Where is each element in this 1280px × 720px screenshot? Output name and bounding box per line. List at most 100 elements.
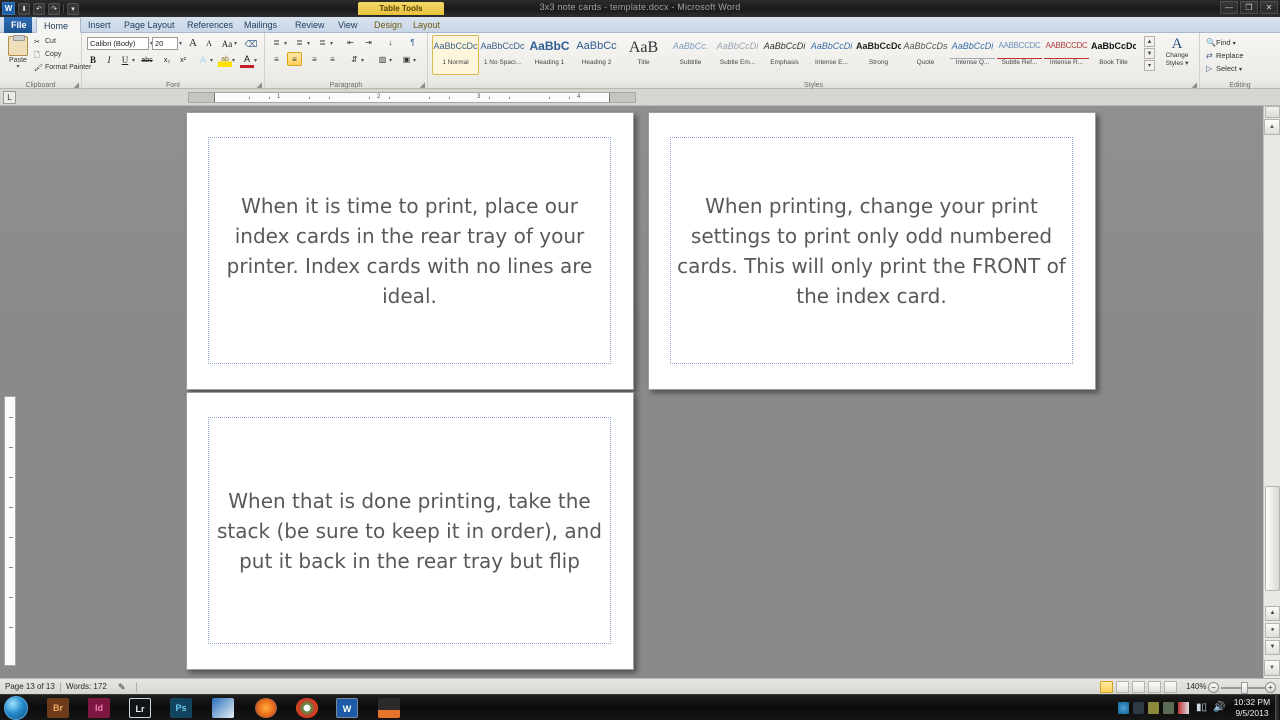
styles-more-icon[interactable]: ▾ (1144, 60, 1155, 71)
style-item-emphasis[interactable]: AaBbCcDi Emphasis (761, 35, 808, 75)
tray-volume-icon[interactable]: 🔊 (1213, 702, 1225, 714)
borders-button[interactable]: ▣ (399, 53, 414, 67)
tab-design[interactable]: Design (367, 17, 409, 33)
tab-review[interactable]: Review (288, 17, 332, 33)
tab-home[interactable]: Home (36, 17, 81, 33)
align-right-button[interactable]: ≡ (307, 53, 322, 67)
font-size-chevron-down-icon[interactable]: ▾ (179, 40, 182, 47)
justify-button[interactable]: ≡ (325, 53, 340, 67)
table-cell-card-2[interactable]: When printing, change your print setting… (670, 137, 1073, 364)
style-item-quote[interactable]: AaBbCcDs Quote (902, 35, 949, 75)
tray-action-center-icon[interactable] (1118, 702, 1129, 714)
vertical-scrollbar[interactable]: ▲ ▲ ● ▼ ▼ (1263, 106, 1280, 678)
taskbar-outlook[interactable] (212, 698, 234, 718)
styles-dialog-launcher[interactable]: ◢ (1192, 81, 1197, 89)
tray-network-icon[interactable]: ▮▯ (1196, 702, 1207, 714)
next-page-button[interactable]: ▼ (1265, 640, 1280, 655)
taskbar-word[interactable]: W (336, 698, 358, 718)
tab-file[interactable]: File (4, 17, 32, 33)
font-color-button[interactable]: A (240, 53, 254, 68)
document-page-card-2[interactable]: When printing, change your print setting… (648, 112, 1096, 390)
taskbar-bridge[interactable]: Br (47, 698, 69, 718)
style-item-subtle-emphasis[interactable]: AaBbCcDi Subtle Em... (714, 35, 761, 75)
style-item-book-title[interactable]: AaBbCcDc Book Title (1090, 35, 1137, 75)
styles-scroll-up-icon[interactable]: ▲ (1144, 36, 1155, 47)
print-layout-view-button[interactable] (1100, 681, 1113, 693)
tray-dropbox-icon[interactable] (1133, 702, 1144, 714)
scroll-up-button[interactable]: ▲ (1264, 119, 1280, 135)
style-item-heading-2[interactable]: AaBbCc Heading 2 (573, 35, 620, 75)
select-browse-object-button[interactable]: ● (1265, 623, 1280, 638)
taskbar-firefox[interactable] (255, 698, 277, 718)
minimize-button[interactable]: — (1220, 1, 1238, 14)
bullets-chevron-down-icon[interactable]: ▾ (284, 40, 287, 47)
left-indent-marker[interactable] (214, 93, 215, 102)
document-page-card-3[interactable]: When that is done printing, take the sta… (186, 392, 634, 670)
start-orb[interactable] (4, 696, 28, 720)
tab-references[interactable]: References (180, 17, 240, 33)
text-effects-chevron-down-icon[interactable]: ▾ (210, 57, 213, 64)
underline-chevron-down-icon[interactable]: ▾ (132, 57, 135, 64)
draft-view-button[interactable] (1164, 681, 1177, 693)
bullets-button[interactable]: ≣ (269, 36, 284, 50)
font-dialog-launcher[interactable]: ◢ (257, 81, 262, 89)
numbering-button[interactable]: ≣ (292, 36, 307, 50)
taskbar-vlc[interactable] (378, 698, 400, 718)
align-left-button[interactable]: ≡ (269, 53, 284, 67)
document-canvas[interactable]: When it is time to print, place our inde… (0, 106, 1280, 678)
outline-view-button[interactable] (1148, 681, 1161, 693)
table-cell-card-3[interactable]: When that is done printing, take the sta… (208, 417, 611, 644)
tray-shield-icon[interactable] (1148, 702, 1159, 714)
superscript-button[interactable]: x² (176, 54, 190, 68)
zoom-out-button[interactable]: − (1208, 682, 1219, 693)
style-item-intense-emphasis[interactable]: AaBbCcDi Intense E... (808, 35, 855, 75)
clear-formatting-button[interactable]: ⌫ (244, 37, 258, 51)
horizontal-ruler[interactable]: 1 2 3 4 (188, 92, 636, 103)
split-bar-handle[interactable] (1265, 106, 1280, 118)
change-case-chevron-down-icon[interactable]: ▾ (234, 40, 237, 47)
strikethrough-button[interactable]: abc (140, 54, 154, 68)
spell-check-icon[interactable]: ✎ (118, 682, 126, 693)
highlight-chevron-down-icon[interactable]: ▾ (232, 57, 235, 64)
increase-indent-button[interactable]: ⇥ (361, 36, 376, 50)
table-cell-card-1[interactable]: When it is time to print, place our inde… (208, 137, 611, 364)
word-count[interactable]: Words: 172 (66, 682, 107, 691)
taskbar-photoshop[interactable]: Ps (170, 698, 192, 718)
italic-button[interactable]: I (102, 53, 116, 67)
font-name-input[interactable]: Calibri (Body) (87, 37, 149, 50)
taskbar-chrome[interactable] (296, 698, 318, 718)
align-center-button[interactable]: ≡ (287, 52, 302, 66)
paragraph-dialog-launcher[interactable]: ◢ (420, 81, 425, 89)
scroll-thumb[interactable] (1265, 486, 1280, 591)
underline-button[interactable]: U (118, 53, 132, 67)
style-item-subtitle[interactable]: AaBbCc. Subtitle (667, 35, 714, 75)
select-button[interactable]: ▷ Select ▾ (1206, 64, 1242, 73)
shading-chevron-down-icon[interactable]: ▾ (389, 57, 392, 64)
text-effects-button[interactable]: A (196, 53, 210, 67)
full-screen-reading-view-button[interactable] (1116, 681, 1129, 693)
zoom-level-label[interactable]: 140% (1186, 682, 1206, 691)
taskbar-clock[interactable]: 10:32 PM 9/5/2013 (1228, 697, 1276, 719)
paste-button[interactable]: Paste ▾ (6, 35, 30, 70)
replace-button[interactable]: ⇄ Replace (1206, 51, 1244, 60)
style-item-no-spacing[interactable]: AaBbCcDc 1 No Spaci... (479, 35, 526, 75)
change-styles-button[interactable]: A Change Styles ▾ (1158, 36, 1196, 68)
grow-font-button[interactable]: A (186, 36, 200, 50)
find-button[interactable]: 🔍Find ▾ (1206, 38, 1236, 47)
paste-chevron-down-icon[interactable]: ▾ (6, 63, 30, 70)
style-item-strong[interactable]: AaBbCcDc Strong (855, 35, 902, 75)
style-item-intense-reference[interactable]: AABBCCDC Intense R... (1043, 35, 1090, 75)
line-spacing-button[interactable]: ⇵ (347, 53, 362, 67)
style-item-normal[interactable]: AaBbCcDc 1 Normal (432, 35, 479, 75)
font-color-chevron-down-icon[interactable]: ▾ (254, 57, 257, 64)
shading-button[interactable]: ▨ (375, 53, 390, 67)
text-highlight-button[interactable]: ab (218, 53, 232, 67)
numbering-chevron-down-icon[interactable]: ▾ (307, 40, 310, 47)
style-item-subtle-reference[interactable]: AABBCCDC Subtle Ref... (996, 35, 1043, 75)
clipboard-dialog-launcher[interactable]: ◢ (74, 81, 79, 89)
multilevel-list-button[interactable]: ≣ (315, 36, 330, 50)
cut-button[interactable]: ✂ Cut (34, 38, 56, 47)
taskbar-indesign[interactable]: Id (88, 698, 110, 718)
style-item-title[interactable]: AaB Title (620, 35, 667, 75)
web-layout-view-button[interactable] (1132, 681, 1145, 693)
